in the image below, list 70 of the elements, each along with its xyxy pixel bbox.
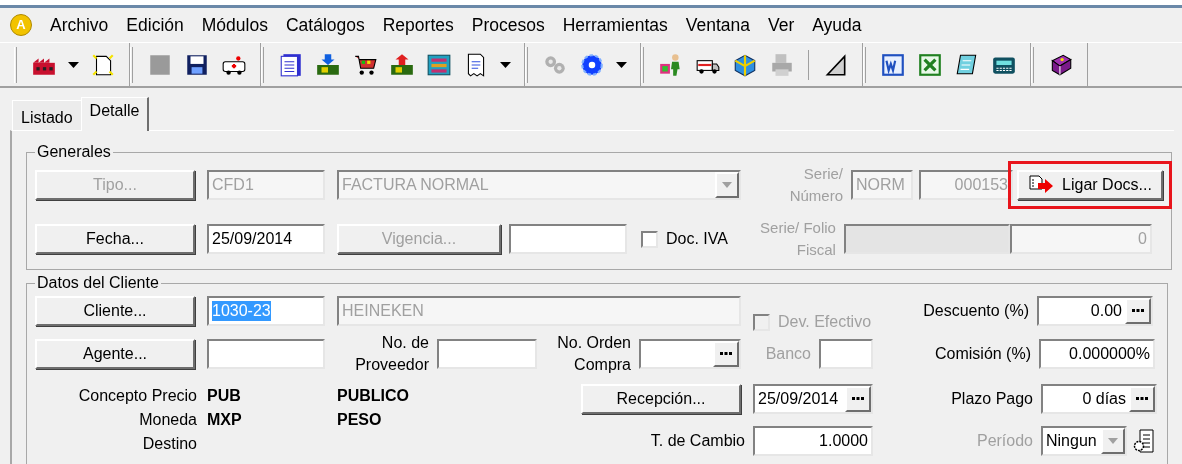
checkbox-label: Dev. Efectivo xyxy=(778,312,872,332)
input-field[interactable] xyxy=(819,339,873,369)
menu-item[interactable]: Ventana xyxy=(685,11,750,39)
input-field[interactable] xyxy=(437,339,537,369)
date-button[interactable]: Fecha... xyxy=(35,224,195,254)
field-label: Período xyxy=(975,431,1033,451)
field-label: Plazo Pago xyxy=(950,389,1033,409)
name-value: PUBLICO xyxy=(337,386,409,406)
caret-icon xyxy=(615,61,627,68)
field-label: Serie/ Número xyxy=(788,164,843,206)
input-field[interactable] xyxy=(207,339,325,369)
document-arrow-icon xyxy=(1028,174,1055,196)
app-logo: A xyxy=(10,14,32,36)
input-field[interactable]: 0 días xyxy=(1041,384,1157,414)
menu-item[interactable]: Archivo xyxy=(50,11,109,39)
field-label: Descuento (%) xyxy=(922,301,1029,321)
field-label: Moneda xyxy=(138,410,197,430)
menu-item[interactable]: Procesos xyxy=(471,11,545,39)
input-field[interactable]: 0.000000% xyxy=(1039,339,1155,369)
caret-icon xyxy=(1108,438,1118,444)
dots-icon xyxy=(1132,309,1144,313)
tab[interactable]: Listado xyxy=(12,100,81,130)
spreadsheet-icon xyxy=(916,51,943,78)
field-label: Concepto Precio xyxy=(77,386,197,406)
money-download-icon xyxy=(314,51,341,78)
dots-icon xyxy=(852,397,864,401)
field-label: Banco xyxy=(764,344,811,364)
menu-item[interactable]: Ayuda xyxy=(812,11,862,39)
field-label: No. Orden Compra xyxy=(556,333,631,375)
agent-button[interactable]: Agente... xyxy=(35,339,195,369)
field-label: Serie/ Folio Fiscal xyxy=(759,218,836,260)
ellipsis-button[interactable] xyxy=(1125,298,1151,324)
link-documents-button[interactable]: Ligar Docs... xyxy=(1017,170,1163,200)
field-label: Destino xyxy=(141,434,197,454)
input-field[interactable] xyxy=(639,339,741,369)
menu-item[interactable]: Herramientas xyxy=(562,11,668,39)
caret-icon xyxy=(67,61,79,68)
group-title: Datos del Cliente xyxy=(36,274,160,292)
input-field[interactable]: 25/09/2014 xyxy=(753,384,873,414)
ellipsis-button[interactable] xyxy=(845,386,871,412)
checkbox[interactable] xyxy=(641,230,658,248)
input-field[interactable] xyxy=(509,224,627,254)
reception-button[interactable]: Recepción... xyxy=(581,384,741,414)
group-title: Generales xyxy=(36,143,112,161)
checkbox-label: Doc. IVA xyxy=(666,229,728,249)
ellipsis-button[interactable] xyxy=(713,341,739,367)
input-field[interactable]: 25/09/2014 xyxy=(207,224,325,254)
menu-item[interactable]: Módulos xyxy=(201,11,268,39)
document-gear-icon xyxy=(1133,428,1157,454)
client-button[interactable]: Cliente... xyxy=(35,296,195,326)
menu-item[interactable]: Reportes xyxy=(382,11,454,39)
name-value: PESO xyxy=(337,410,382,430)
input-field[interactable]: 1.0000 xyxy=(753,426,873,456)
field-label: T. de Cambio xyxy=(649,431,745,451)
code-value: PUB xyxy=(207,386,242,406)
word-document-icon xyxy=(879,51,906,78)
gear-icon xyxy=(578,51,605,78)
dots-icon xyxy=(1136,397,1148,401)
tab[interactable]: Detalle xyxy=(80,97,150,131)
code-value: MXP xyxy=(207,410,243,430)
caret-icon xyxy=(722,182,732,188)
menu-item[interactable]: Edición xyxy=(126,11,184,39)
dots-icon xyxy=(720,352,732,356)
input-field[interactable]: 0.00 xyxy=(1037,296,1153,326)
field-label: No. de Proveedor xyxy=(354,333,429,375)
ellipsis-button[interactable] xyxy=(1129,386,1155,412)
menu-item[interactable]: Ver xyxy=(768,11,795,39)
field-label: Comisión (%) xyxy=(934,344,1031,364)
menu-item[interactable]: Catálogos xyxy=(285,11,365,39)
caret-icon xyxy=(499,61,511,68)
